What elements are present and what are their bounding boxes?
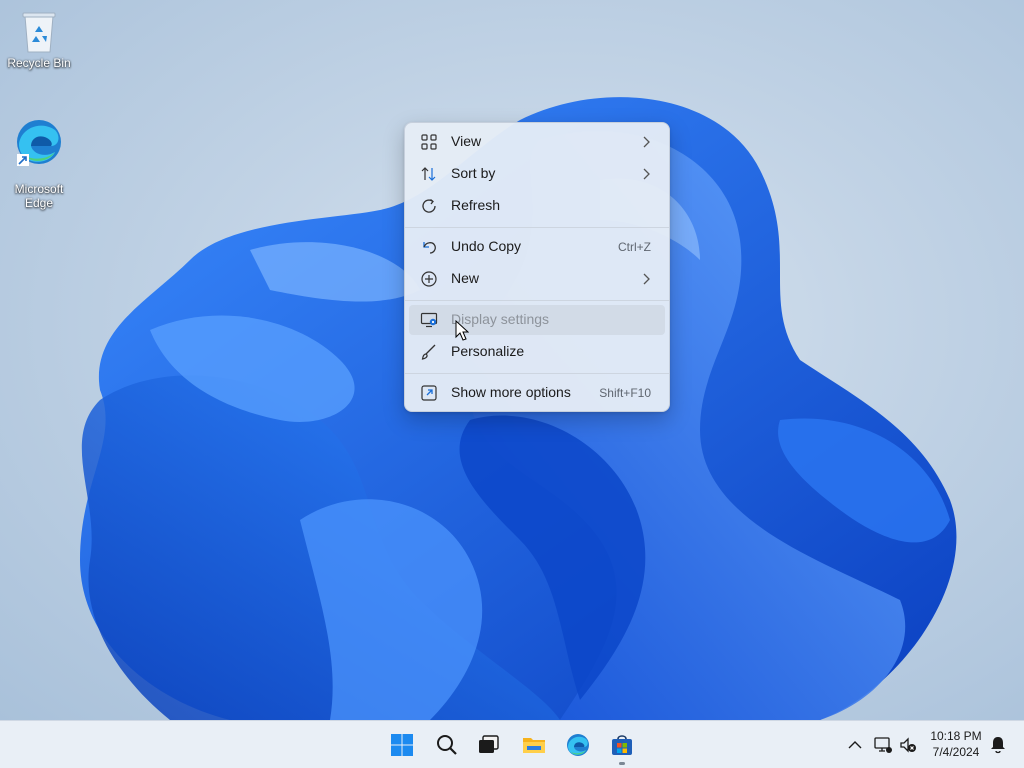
sort-icon (421, 167, 436, 181)
taskbar-store-button[interactable] (605, 728, 639, 762)
menu-item-sort-by[interactable]: Sort by (409, 159, 665, 189)
menu-item-label: Show more options (451, 384, 571, 400)
menu-item-display-settings[interactable]: Display settings (409, 305, 665, 335)
taskbar-task-view-button[interactable] (472, 728, 506, 762)
menu-item-label: Refresh (451, 197, 501, 213)
recycle-bin-icon (22, 12, 56, 53)
notification-icon[interactable] (988, 735, 1008, 755)
shortcut-text: Shift+F10 (599, 386, 651, 400)
system-clock[interactable]: 10:18 PM 7/4/2024 (920, 728, 992, 760)
folder-icon (523, 738, 545, 753)
volume-muted-icon[interactable] (898, 735, 918, 755)
chevron-right-icon (643, 136, 650, 148)
brush-icon (421, 344, 436, 360)
grid-icon (421, 134, 437, 150)
chevron-right-icon (643, 273, 650, 285)
menu-item-view[interactable]: View (409, 127, 665, 157)
shortcut-text: Ctrl+Z (618, 240, 651, 254)
taskbar: 10:18 PM 7/4/2024 (0, 720, 1024, 768)
taskbar-file-explorer-button[interactable] (517, 728, 551, 762)
menu-item-label: New (451, 270, 480, 286)
desktop[interactable]: Recycle Bin Microsoft Edge View Sort by … (0, 0, 1024, 720)
menu-item-undo-copy[interactable]: Undo Copy Ctrl+Z (409, 232, 665, 262)
menu-item-show-more-options[interactable]: Show more options Shift+F10 (409, 378, 665, 408)
clock-date: 7/4/2024 (932, 745, 980, 759)
clock-time: 10:18 PM (930, 729, 982, 743)
menu-item-personalize[interactable]: Personalize (409, 337, 665, 367)
desktop-icon-label: Microsoft Edge (14, 182, 64, 210)
display-settings-icon (420, 312, 438, 328)
menu-item-label: Undo Copy (451, 238, 522, 254)
store-icon (612, 735, 632, 755)
taskbar-edge-button[interactable] (561, 728, 595, 762)
desktop-icon-label: Recycle Bin (7, 56, 71, 70)
open-in-icon (421, 385, 437, 401)
desktop-icon-microsoft-edge[interactable]: Microsoft Edge (1, 104, 77, 210)
edge-icon (567, 734, 589, 756)
windows-start-icon (391, 734, 413, 756)
desktop-icon-recycle-bin[interactable]: Recycle Bin (1, 8, 77, 70)
active-app-indicator (619, 762, 625, 765)
menu-separator (405, 227, 669, 228)
menu-separator (405, 373, 669, 374)
menu-item-label: Personalize (451, 343, 525, 359)
desktop-context-menu: View Sort by Refresh Undo Copy Ctrl+Z Ne… (404, 122, 670, 412)
search-icon (437, 735, 457, 755)
plus-circle-icon (421, 271, 437, 287)
mouse-pointer-icon (455, 320, 469, 341)
taskbar-start-button[interactable] (385, 728, 419, 762)
menu-item-label: View (451, 133, 482, 149)
taskbar-search-button[interactable] (430, 728, 464, 762)
undo-icon (423, 242, 436, 254)
menu-item-label: Sort by (451, 165, 496, 181)
menu-item-refresh[interactable]: Refresh (409, 191, 665, 221)
edge-icon (17, 120, 61, 166)
refresh-icon (422, 198, 436, 213)
menu-separator (405, 300, 669, 301)
task-view-icon (479, 735, 499, 753)
menu-item-new[interactable]: New (409, 264, 665, 294)
chevron-right-icon (643, 168, 650, 180)
network-icon[interactable] (873, 735, 893, 755)
chevron-up-icon[interactable] (845, 735, 865, 755)
